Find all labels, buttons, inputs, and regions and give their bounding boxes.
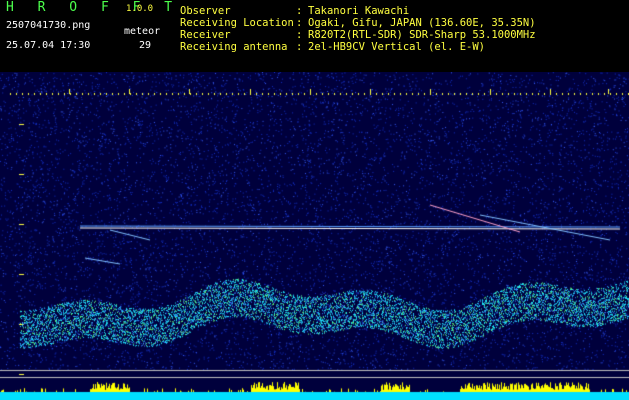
meteor-count: 29	[139, 40, 152, 51]
meteor-label: meteor	[124, 26, 161, 37]
app-version: 1.0.0	[126, 4, 154, 14]
file-name: 2507041730.png	[6, 20, 91, 31]
meta-location: Receiving Location: Ogaki, Gifu, JAPAN (1…	[180, 17, 536, 29]
timestamp: 25.07.04 17:30	[6, 40, 91, 51]
app-brand: H R O F F T	[6, 0, 181, 15]
meta-receiver: Receiver: R820T2(RTL-SDR) SDR-Sharp 53.10…	[180, 29, 536, 41]
meta-observer: Observer: Takanori Kawachi	[180, 5, 410, 17]
spectrogram	[0, 72, 629, 400]
meta-antenna: Receiving antenna:2el-HB9CV Vertical (el…	[180, 41, 486, 53]
